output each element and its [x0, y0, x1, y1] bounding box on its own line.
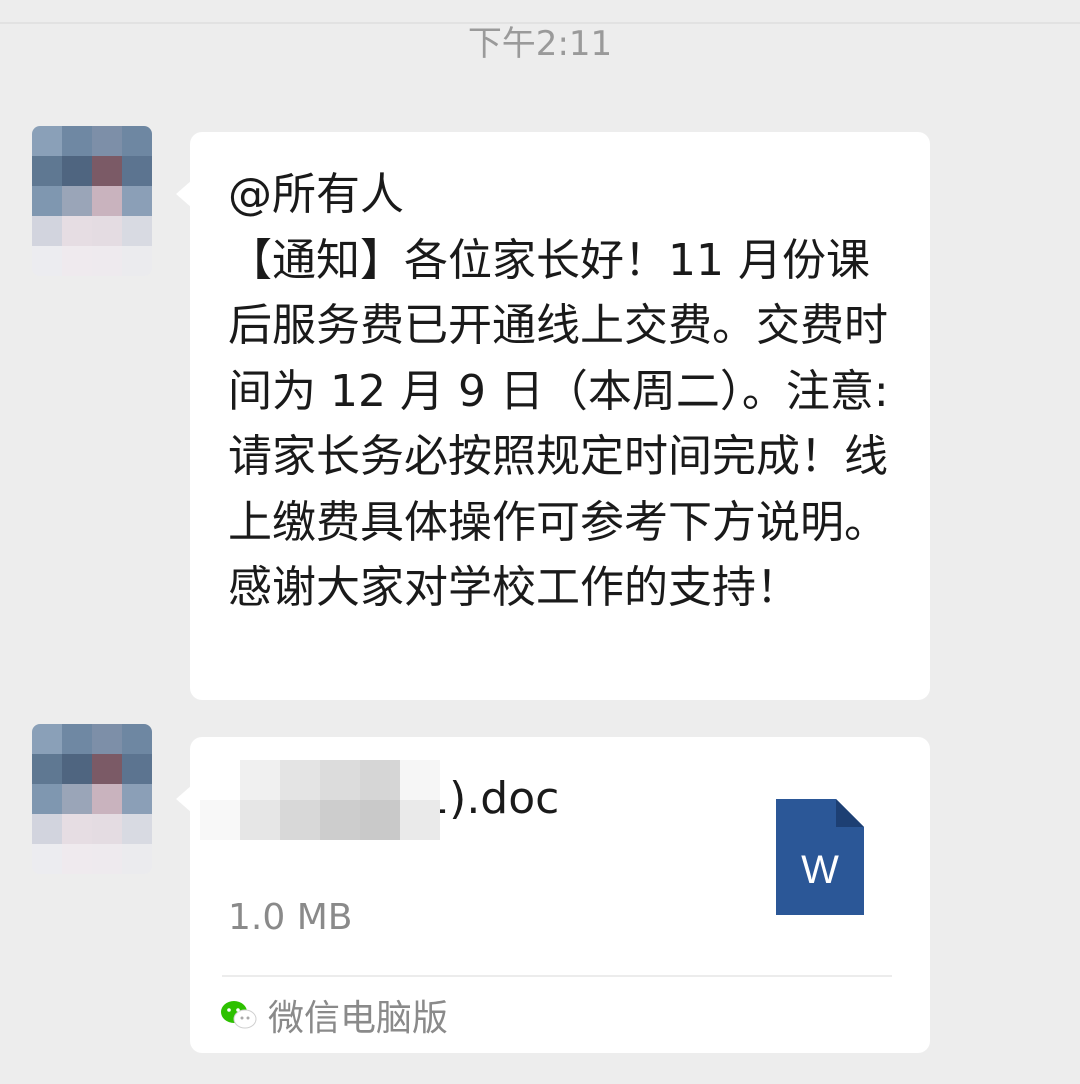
bubble-tail: [176, 785, 192, 813]
word-icon-letter: W: [801, 848, 839, 892]
message-timestamp: 下午2:11: [0, 16, 1080, 65]
file-size: 1.0 MB: [228, 897, 353, 938]
wechat-icon: [221, 1001, 257, 1029]
sender-avatar[interactable]: [32, 126, 152, 276]
sender-avatar[interactable]: [32, 724, 152, 874]
word-doc-icon: W: [776, 799, 864, 915]
timestamp-label: 下午2:11: [457, 24, 623, 64]
file-card-divider: [222, 975, 892, 977]
source-row: 微信电脑版: [220, 989, 448, 1041]
blurred-region: [200, 760, 440, 840]
source-label: 微信电脑版: [268, 998, 449, 1039]
message-text: @所有人 【通知】各位家长好！11 月份课后服务费已开通线上交费。交费时间为 1…: [228, 169, 889, 613]
message-bubble[interactable]: @所有人 【通知】各位家长好！11 月份课后服务费已开通线上交费。交费时间为 1…: [176, 132, 930, 700]
bubble-tail: [176, 180, 192, 208]
